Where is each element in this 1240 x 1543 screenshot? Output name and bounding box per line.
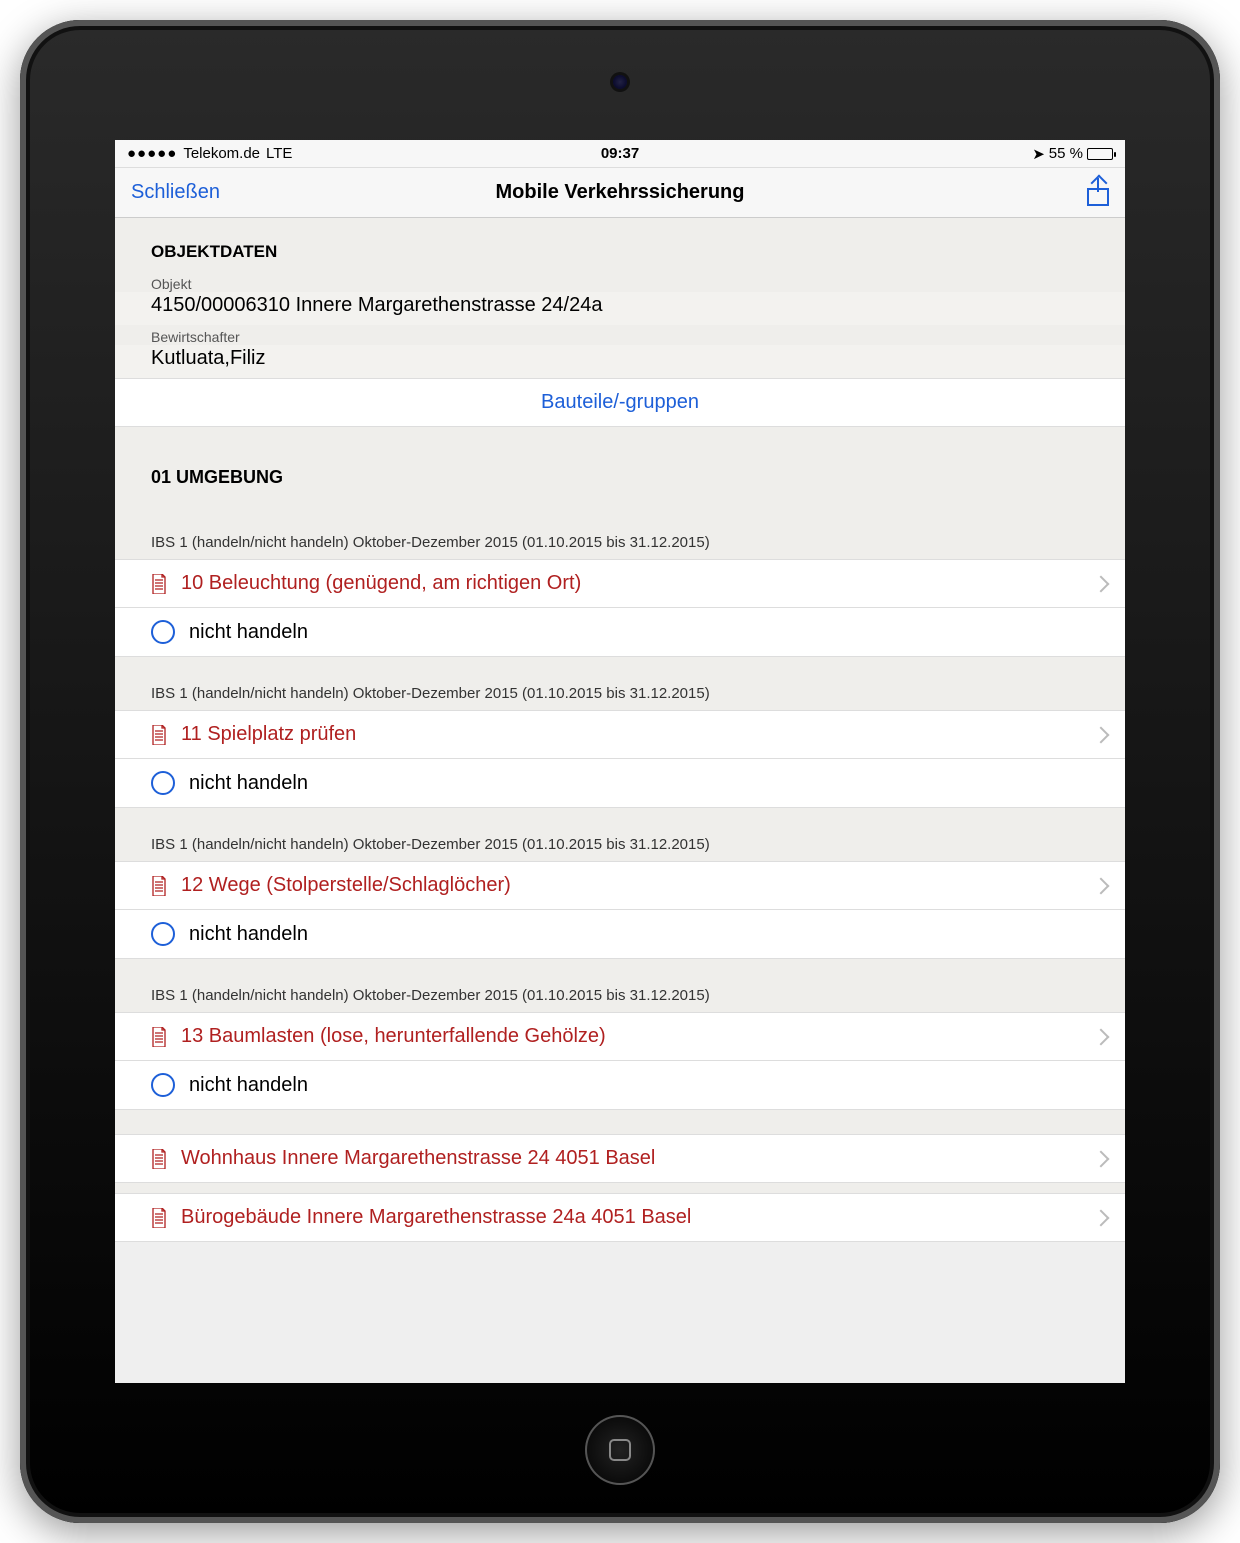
content: OBJEKTDATEN Objekt 4150/00006310 Innere … <box>115 218 1125 1242</box>
document-icon <box>151 1149 167 1169</box>
clock-label: 09:37 <box>601 145 639 162</box>
share-icon <box>1087 180 1109 206</box>
radio-row-10[interactable]: nicht handeln <box>115 608 1125 657</box>
ibs-label: IBS 1 (handeln/nicht handeln) Oktober-De… <box>115 959 1125 1012</box>
document-icon <box>151 725 167 745</box>
objektdaten-header: OBJEKTDATEN <box>115 218 1125 272</box>
page-title: Mobile Verkehrssicherung <box>496 181 745 204</box>
radio-row-11[interactable]: nicht handeln <box>115 759 1125 808</box>
network-label: LTE <box>266 145 292 162</box>
radio-icon <box>151 620 175 644</box>
item-row-12[interactable]: 12 Wege (Stolperstelle/Schlaglöcher) <box>115 861 1125 910</box>
document-icon <box>151 876 167 896</box>
document-icon <box>151 1027 167 1047</box>
ibs-label: IBS 1 (handeln/nicht handeln) Oktober-De… <box>115 506 1125 559</box>
item-row-11[interactable]: 11 Spielplatz prüfen <box>115 710 1125 759</box>
status-right: ➤ 55 % <box>1032 145 1113 163</box>
document-icon <box>151 1208 167 1228</box>
building-row-0[interactable]: Wohnhaus Innere Margarethenstrasse 24 40… <box>115 1134 1125 1183</box>
carrier-label: Telekom.de <box>183 145 260 162</box>
building-title: Wohnhaus Innere Margarethenstrasse 24 40… <box>181 1147 655 1170</box>
nav-bar: Schließen Mobile Verkehrssicherung <box>115 168 1125 218</box>
close-button[interactable]: Schließen <box>131 181 220 204</box>
chevron-right-icon <box>1093 1150 1110 1167</box>
objekt-value: 4150/00006310 Innere Margarethenstrasse … <box>115 292 1125 325</box>
objekt-label: Objekt <box>115 272 1125 292</box>
ipad-frame: ●●●●● Telekom.de LTE 09:37 ➤ 55 % Schlie… <box>20 20 1220 1523</box>
bauteile-link[interactable]: Bauteile/-gruppen <box>115 378 1125 427</box>
share-button[interactable] <box>1087 180 1109 206</box>
chevron-right-icon <box>1093 1028 1110 1045</box>
item-row-10[interactable]: 10 Beleuchtung (genügend, am richtigen O… <box>115 559 1125 608</box>
umgebung-header: 01 UMGEBUNG <box>115 427 1125 506</box>
home-button[interactable] <box>585 1415 655 1485</box>
radio-icon <box>151 922 175 946</box>
item-title: 13 Baumlasten (lose, herunterfallende Ge… <box>181 1025 606 1048</box>
radio-label: nicht handeln <box>189 621 308 644</box>
chevron-right-icon <box>1093 575 1110 592</box>
building-row-1[interactable]: Bürogebäude Innere Margarethenstrasse 24… <box>115 1193 1125 1242</box>
item-title: 12 Wege (Stolperstelle/Schlaglöcher) <box>181 874 511 897</box>
item-title: 10 Beleuchtung (genügend, am richtigen O… <box>181 572 581 595</box>
home-square-icon <box>609 1439 631 1461</box>
camera-dot <box>613 75 627 89</box>
ibs-label: IBS 1 (handeln/nicht handeln) Oktober-De… <box>115 657 1125 710</box>
radio-icon <box>151 1073 175 1097</box>
screen: ●●●●● Telekom.de LTE 09:37 ➤ 55 % Schlie… <box>115 140 1125 1383</box>
radio-label: nicht handeln <box>189 923 308 946</box>
location-icon: ➤ <box>1032 145 1045 163</box>
bewirt-label: Bewirtschafter <box>115 325 1125 345</box>
radio-icon <box>151 771 175 795</box>
battery-pct: 55 % <box>1049 145 1083 162</box>
building-title: Bürogebäude Innere Margarethenstrasse 24… <box>181 1206 691 1229</box>
radio-row-12[interactable]: nicht handeln <box>115 910 1125 959</box>
ibs-label: IBS 1 (handeln/nicht handeln) Oktober-De… <box>115 808 1125 861</box>
chevron-right-icon <box>1093 877 1110 894</box>
battery-icon <box>1087 148 1113 160</box>
radio-label: nicht handeln <box>189 772 308 795</box>
document-icon <box>151 574 167 594</box>
chevron-right-icon <box>1093 726 1110 743</box>
item-title: 11 Spielplatz prüfen <box>181 723 356 746</box>
status-left: ●●●●● Telekom.de LTE <box>127 145 292 162</box>
signal-dots-icon: ●●●●● <box>127 145 177 162</box>
status-bar: ●●●●● Telekom.de LTE 09:37 ➤ 55 % <box>115 140 1125 168</box>
bewirt-value: Kutluata,Filiz <box>115 345 1125 378</box>
radio-row-13[interactable]: nicht handeln <box>115 1061 1125 1110</box>
item-row-13[interactable]: 13 Baumlasten (lose, herunterfallende Ge… <box>115 1012 1125 1061</box>
chevron-right-icon <box>1093 1209 1110 1226</box>
radio-label: nicht handeln <box>189 1074 308 1097</box>
